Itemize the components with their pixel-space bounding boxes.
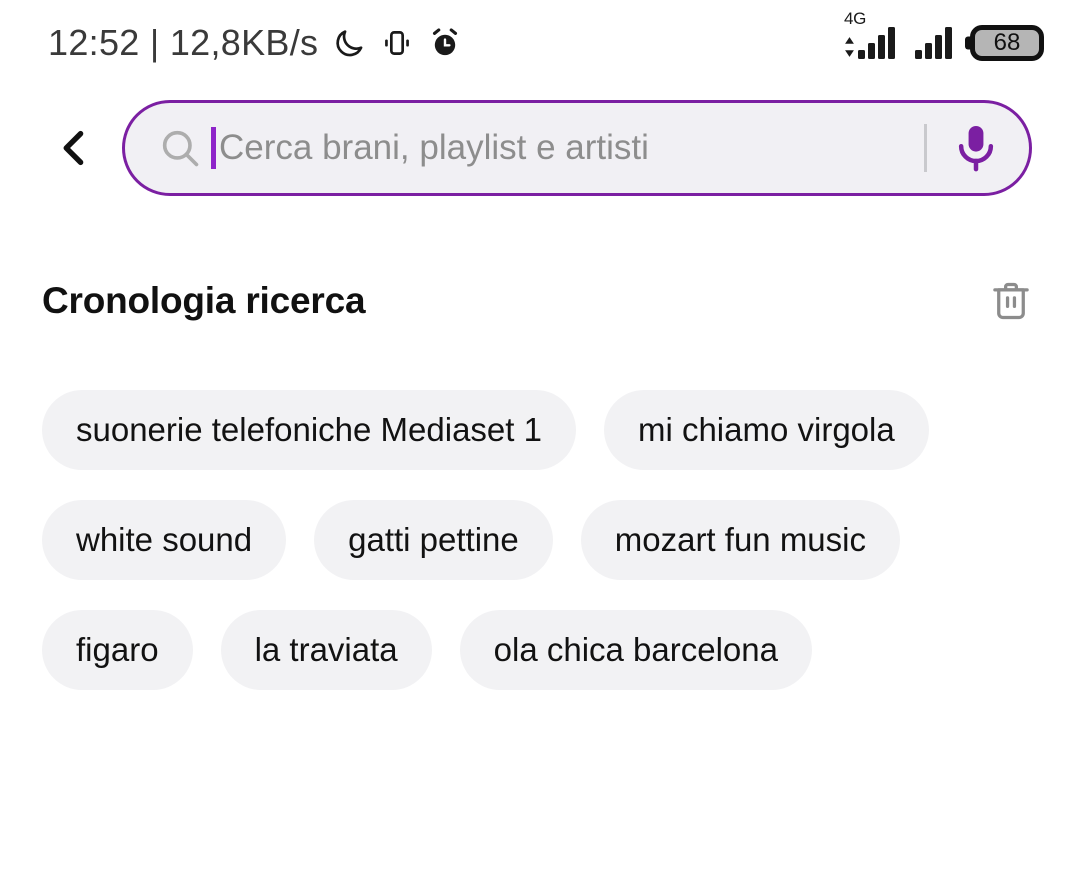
vibrate-icon <box>380 26 414 60</box>
chevron-left-icon <box>63 130 84 166</box>
alarm-icon <box>428 26 462 60</box>
back-button[interactable] <box>46 119 104 177</box>
list-item[interactable]: gatti pettine <box>314 500 553 580</box>
search-header: Cerca brani, playlist e artisti <box>0 86 1080 196</box>
text-cursor <box>211 127 216 169</box>
history-header: Cronologia ricerca <box>0 196 1080 332</box>
status-bar: 12:52 | 12,8KB/s 4G 68 <box>0 0 1080 86</box>
battery-level-label: 68 <box>993 29 1021 56</box>
list-item[interactable]: mi chiamo virgola <box>603 390 929 470</box>
status-clock: 12:52 | 12,8KB/s <box>48 22 319 63</box>
data-transfer-arrows-icon <box>844 37 855 59</box>
list-item[interactable]: white sound <box>42 500 287 580</box>
list-item[interactable]: figaro <box>42 610 193 690</box>
moon-dnd-icon <box>332 26 366 60</box>
list-item[interactable]: suonerie telefoniche Mediaset 1 <box>42 390 576 470</box>
search-history-chips: suonerie telefoniche Mediaset 1 mi chiam… <box>0 332 1080 690</box>
battery-indicator: 68 <box>965 25 1044 61</box>
search-divider <box>924 124 927 172</box>
signal-bars-sim1-icon <box>858 27 895 59</box>
list-item[interactable]: mozart fun music <box>580 500 900 580</box>
signal-bars-sim2-icon <box>915 27 952 59</box>
microphone-icon[interactable] <box>949 121 1003 175</box>
status-bar-left: 12:52 | 12,8KB/s <box>48 22 462 64</box>
search-icon <box>157 125 203 171</box>
network-type-label: 4G <box>844 9 867 28</box>
trash-icon <box>993 282 1029 320</box>
search-placeholder: Cerca brani, playlist e artisti <box>219 128 649 167</box>
clear-history-button[interactable] <box>980 270 1042 332</box>
status-bar-right: 4G 68 <box>844 9 1044 61</box>
page-title: Cronologia ricerca <box>42 280 366 321</box>
battery-body-icon: 68 <box>970 25 1044 61</box>
battery-nub-icon <box>965 36 971 50</box>
mobile-data-indicator: 4G <box>844 9 895 59</box>
list-item[interactable]: ola chica barcelona <box>459 610 812 690</box>
list-item[interactable]: la traviata <box>220 610 432 690</box>
search-input[interactable]: Cerca brani, playlist e artisti <box>122 100 1032 196</box>
